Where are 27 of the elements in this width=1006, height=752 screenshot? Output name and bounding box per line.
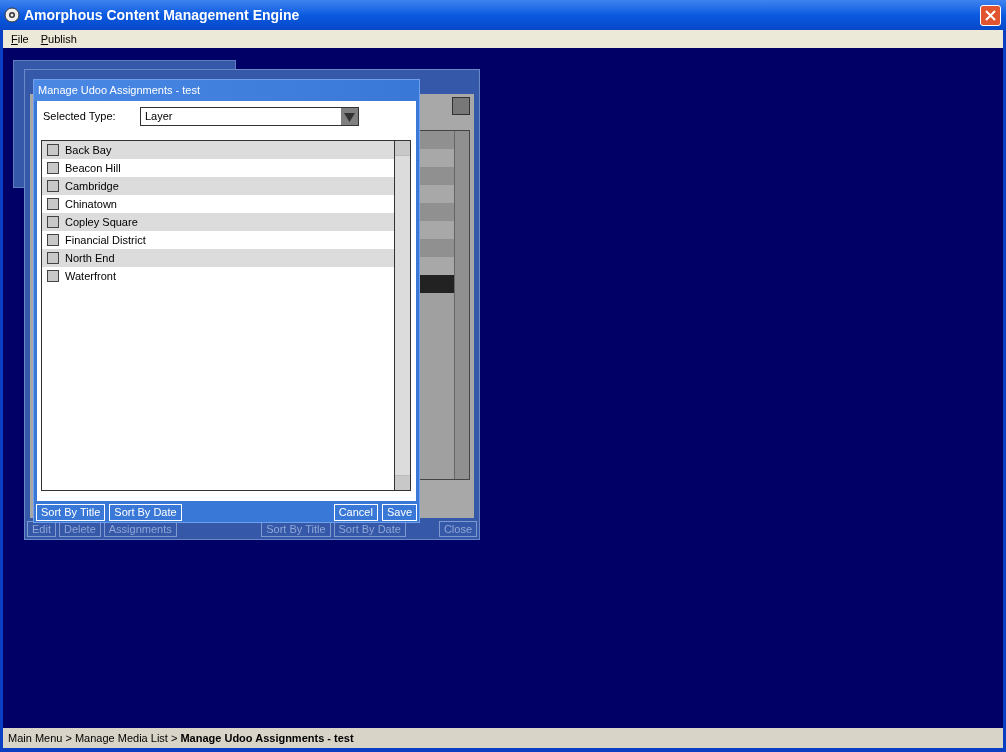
checkbox[interactable] [47, 144, 59, 156]
close-icon [985, 9, 996, 21]
dialog-button[interactable]: Cancel [333, 503, 378, 521]
checkbox[interactable] [47, 216, 59, 228]
gear-icon [4, 7, 20, 23]
dialog-button[interactable]: Sort By Date [109, 503, 182, 521]
list-row[interactable]: Copley Square [42, 213, 394, 231]
type-dropdown[interactable]: Layer [140, 107, 359, 126]
dialog-button[interactable]: Sort By Title [36, 503, 106, 521]
checkbox[interactable] [47, 234, 59, 246]
checkbox[interactable] [47, 270, 59, 282]
window-title: Amorphous Content Management Engine [24, 5, 301, 25]
checkbox[interactable] [47, 162, 59, 174]
close-button[interactable] [980, 4, 1001, 26]
dialog-title: Manage Udoo Assignments - test [38, 83, 201, 99]
list-row[interactable]: Back Bay [42, 141, 394, 159]
menu-item[interactable]: File [11, 30, 29, 48]
field-label: Selected Type: [42, 109, 117, 125]
breadcrumb: Main Menu > Manage Media List > Manage Udoo Assignments - test [8, 730, 354, 746]
dialog-button[interactable]: Save [381, 503, 417, 521]
checkbox[interactable] [47, 180, 59, 192]
scrollbar[interactable] [394, 141, 410, 490]
list-row[interactable]: Cambridge [42, 177, 394, 195]
list-row[interactable]: North End [42, 249, 394, 267]
menu-item[interactable]: Publish [40, 30, 77, 48]
checkbox[interactable] [47, 198, 59, 210]
checkbox[interactable] [47, 252, 59, 264]
